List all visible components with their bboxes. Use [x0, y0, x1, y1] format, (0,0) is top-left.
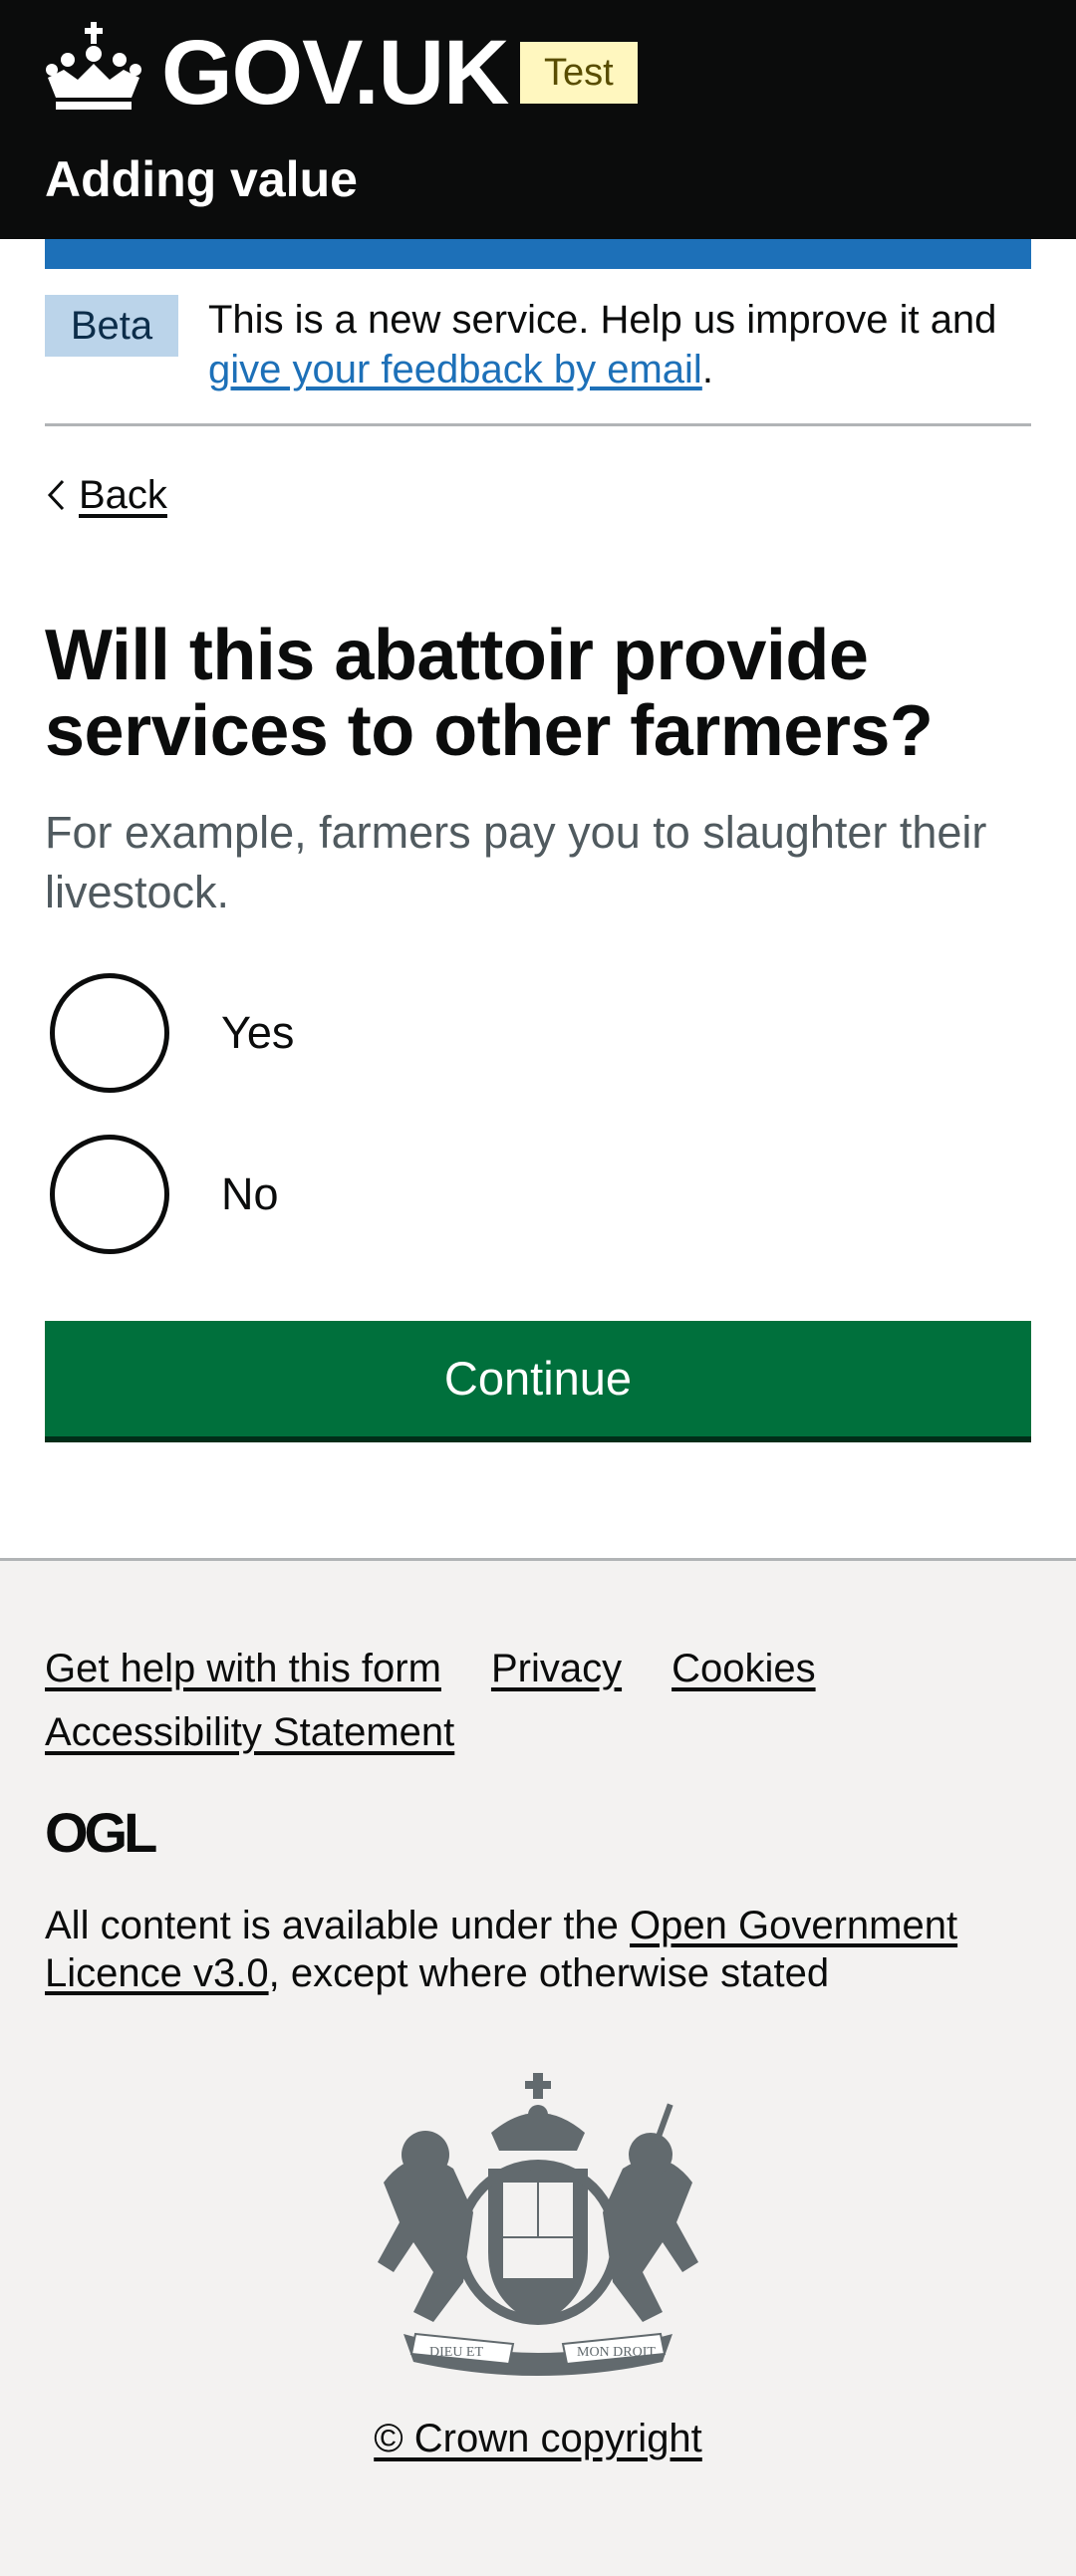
footer-links: Get help with this form Privacy Cookies Acc…	[45, 1637, 1031, 1764]
crown-logo-icon[interactable]	[44, 20, 143, 112]
phase-banner-text: This is a new service. Help us improve i…	[208, 295, 1031, 394]
footer-link-help[interactable]: Get help with this form	[45, 1647, 441, 1690]
radio-option-no[interactable]: No	[50, 1135, 279, 1254]
govuk-logo-text[interactable]: GOV.UK	[161, 18, 509, 128]
radio-button-no[interactable]	[50, 1135, 169, 1254]
royal-coat-of-arms-icon[interactable]: DIEU ET MON DROIT	[364, 2073, 712, 2384]
radio-label-yes[interactable]: Yes	[221, 1003, 294, 1063]
crown-copyright: © Crown copyright	[0, 2412, 1076, 2465]
continue-button[interactable]: Continue	[45, 1321, 1031, 1436]
crown-copyright-link[interactable]: © Crown copyright	[374, 2417, 702, 2460]
phase-text-after: .	[701, 348, 713, 391]
licence-text-after: , except where otherwise stated	[268, 1951, 830, 1995]
chevron-left-icon	[47, 479, 65, 511]
radio-label-no[interactable]: No	[221, 1164, 279, 1224]
licence-text-before: All content is available under the	[45, 1904, 631, 1947]
radio-button-yes[interactable]	[50, 973, 169, 1093]
radio-option-yes[interactable]: Yes	[50, 973, 294, 1093]
ogl-logo-icon: OGL	[45, 1806, 160, 1856]
service-name[interactable]: Adding value	[45, 147, 358, 211]
feedback-link[interactable]: give your feedback by email	[208, 348, 702, 391]
svg-text:MON DROIT: MON DROIT	[577, 2345, 656, 2360]
back-link-label: Back	[79, 472, 167, 517]
back-link[interactable]: Back	[45, 468, 167, 522]
site-footer: Get help with this form Privacy Cookies Acc…	[0, 1558, 1076, 2576]
phase-banner: Beta This is a new service. Help us impr…	[45, 289, 1031, 426]
footer-link-cookies[interactable]: Cookies	[672, 1647, 816, 1690]
question-hint: For example, farmers pay you to slaughte…	[45, 807, 987, 917]
svg-text:DIEU ET: DIEU ET	[429, 2345, 483, 2360]
footer-link-privacy[interactable]: Privacy	[491, 1647, 622, 1690]
beta-tag: Beta	[45, 295, 178, 357]
footer-link-accessibility[interactable]: Accessibility Statement	[45, 1710, 454, 1754]
phase-text-before: This is a new service. Help us improve i…	[208, 298, 997, 342]
header-accent-bar	[45, 239, 1031, 269]
licence-text: All content is available under the Open …	[45, 1902, 1031, 1997]
svg-text:OGL: OGL	[45, 1806, 156, 1856]
environment-tag: Test	[520, 42, 638, 104]
site-header: GOV.UK Test Adding value	[0, 0, 1076, 239]
page-title: Will this abattoir provide services to o…	[45, 616, 934, 771]
